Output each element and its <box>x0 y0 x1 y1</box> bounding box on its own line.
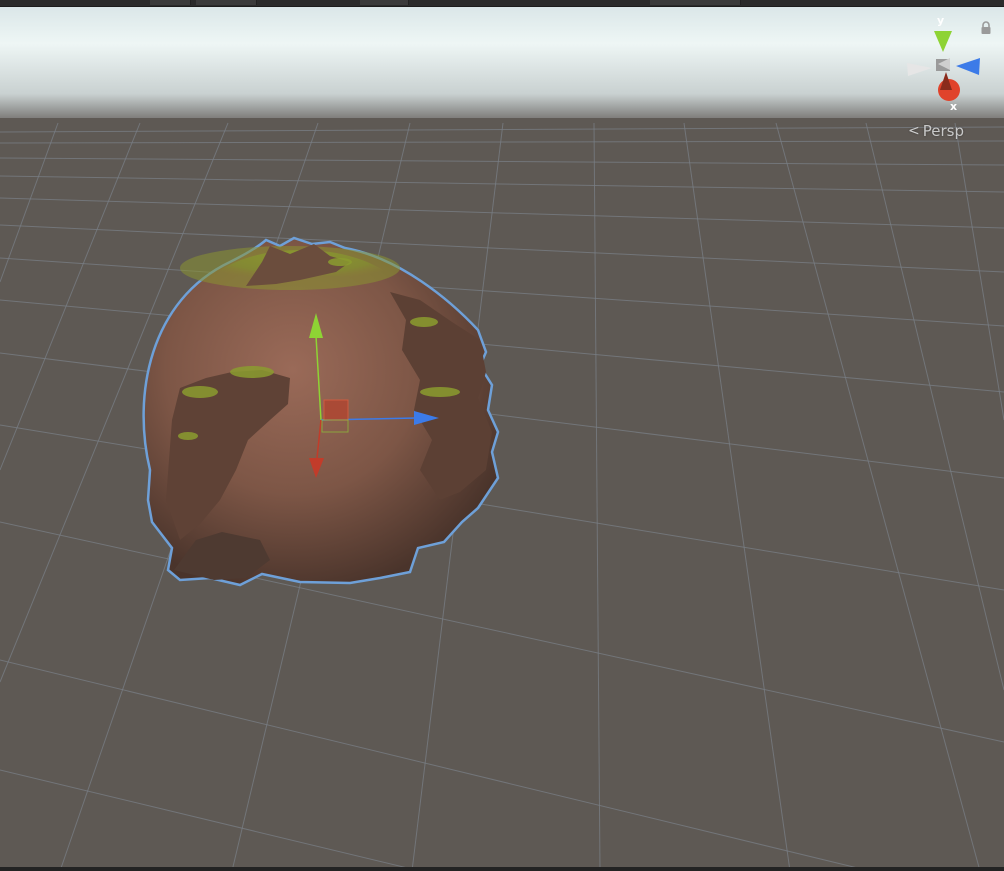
bottom-bar <box>0 867 1004 871</box>
scene-canvas[interactable] <box>0 0 1004 871</box>
projection-toggle[interactable]: < Persp <box>908 121 964 141</box>
gizmo-y-label: y <box>937 14 944 27</box>
toolbar-tab[interactable] <box>196 0 257 5</box>
orientation-gizmo[interactable]: y x <box>900 12 990 112</box>
sky <box>0 0 1004 125</box>
plane-handle <box>323 399 349 421</box>
scene-viewport[interactable]: y x < Persp <box>0 0 1004 871</box>
gizmo-neg-x-cone[interactable] <box>907 63 932 76</box>
toolbar-strip <box>0 0 1004 7</box>
projection-label: Persp <box>922 122 964 140</box>
chevron-left-icon: < <box>908 123 920 139</box>
gizmo-x-label: x <box>950 100 957 112</box>
lock-icon[interactable] <box>979 20 993 36</box>
toolbar-tab[interactable] <box>650 0 741 5</box>
toolbar-tab[interactable] <box>360 0 409 5</box>
gizmo-z-cone[interactable] <box>956 58 980 75</box>
toolbar-tab[interactable] <box>150 0 191 5</box>
gizmo-y-cone[interactable] <box>934 31 952 52</box>
